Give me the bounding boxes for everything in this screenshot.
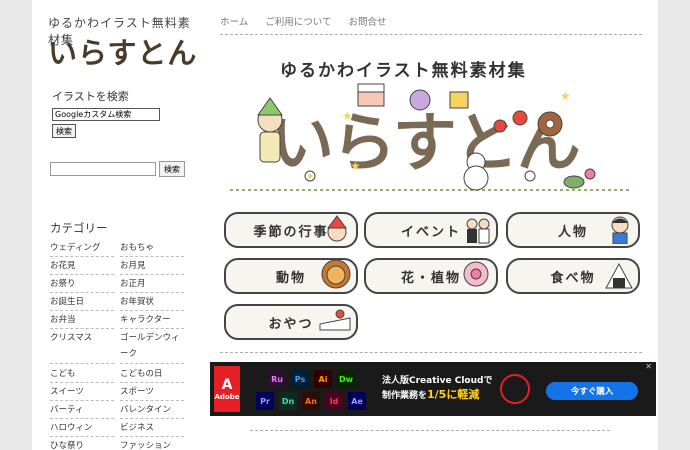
page: ゆるかわイラスト無料素材集 いらすとん イラストを検索 検索 検索 カテゴリー …: [32, 0, 658, 450]
google-search-input[interactable]: [52, 108, 160, 121]
divider: [250, 430, 610, 431]
category-button-animals[interactable]: 動物: [224, 258, 358, 294]
nav-home[interactable]: ホーム: [220, 17, 248, 28]
ad-brand: Adobe: [214, 393, 240, 401]
svg-text:★: ★: [560, 89, 571, 103]
app-icon-pr: Pr: [256, 392, 274, 410]
category-button-label: イベント: [400, 224, 461, 240]
category-link[interactable]: パーティ: [50, 402, 114, 419]
app-icon-dw: Dw: [337, 370, 355, 388]
category-link[interactable]: お弁当: [50, 312, 114, 329]
site-search-input[interactable]: [50, 162, 156, 176]
category-link[interactable]: バレンタイン: [120, 402, 184, 419]
creative-cloud-icon: [500, 374, 530, 404]
category-link[interactable]: お正月: [120, 276, 184, 293]
category-button-label: 動物: [275, 270, 306, 286]
ad-buy-button[interactable]: 今すぐ購入: [546, 382, 638, 400]
category-link[interactable]: スポーツ: [120, 384, 184, 401]
ad-line1: 法人版Creative Cloudで: [382, 376, 493, 386]
svg-text:★: ★: [350, 159, 361, 173]
category-button-label: 花・植物: [400, 270, 461, 286]
category-link[interactable]: ビジネス: [120, 420, 184, 437]
wedding-couple-icon: [466, 218, 490, 244]
onigiri-icon: [605, 262, 633, 289]
category-button-label: おやつ: [268, 316, 314, 332]
google-search-button[interactable]: 検索: [52, 124, 76, 138]
category-link[interactable]: お誕生日: [50, 294, 114, 311]
category-button-snacks[interactable]: おやつ: [224, 304, 358, 340]
category-button-seasonal[interactable]: 季節の行事: [224, 212, 358, 248]
hero-illustration: ★ ★ ★: [230, 83, 630, 191]
site-logo[interactable]: いらすとん: [48, 30, 197, 72]
app-icon-ai: Ai: [314, 370, 332, 388]
category-link[interactable]: ゴールデンウィーク: [120, 330, 184, 364]
category-link[interactable]: スイーツ: [50, 384, 114, 401]
flower-icon: [463, 261, 489, 287]
category-button-event[interactable]: イベント: [364, 212, 498, 248]
category-link[interactable]: クリスマス: [50, 330, 114, 364]
category-button-label: 人物: [557, 224, 588, 240]
ad-line2a: 制作業務を: [382, 391, 428, 401]
category-link[interactable]: お月見: [120, 258, 184, 275]
nav-contact[interactable]: お問合せ: [349, 17, 387, 28]
category-link[interactable]: こども: [50, 366, 114, 383]
category-link[interactable]: ひな祭り: [50, 438, 114, 450]
app-icon-ps: Ps: [291, 370, 309, 388]
category-button-people[interactable]: 人物: [506, 212, 640, 248]
category-link[interactable]: キャラクター: [120, 312, 184, 329]
search-heading: イラストを検索: [52, 90, 129, 103]
category-button-label: 食べ物: [550, 270, 596, 286]
nav-usage[interactable]: ご利用について: [265, 17, 331, 28]
main-content: ホーム ご利用について お問合せ ゆるかわイラスト無料素材集 いらすとん ★ ★…: [210, 0, 656, 450]
category-link[interactable]: ウェディング: [50, 240, 114, 257]
app-icon-an: An: [302, 392, 320, 410]
top-nav: ホーム ご利用について お問合せ: [220, 14, 401, 28]
app-icon-id: Id: [325, 392, 343, 410]
site-search-button[interactable]: 検索: [159, 161, 185, 177]
category-link[interactable]: お祭り: [50, 276, 114, 293]
category-link[interactable]: ハロウィン: [50, 420, 114, 437]
app-icon-dn: Dn: [279, 392, 297, 410]
category-link[interactable]: こどもの日: [120, 366, 184, 383]
person-icon: [611, 216, 629, 244]
category-button-label: 季節の行事: [253, 224, 329, 240]
sidebar: ゆるかわイラスト無料素材集 いらすとん イラストを検索 検索 検索 カテゴリー …: [32, 0, 198, 450]
cake-icon: [319, 309, 351, 331]
app-icon-ru: Ru: [268, 370, 286, 388]
divider: [220, 352, 642, 353]
category-link[interactable]: お年賀状: [120, 294, 184, 311]
lion-icon: [321, 260, 351, 289]
ad-copy: 法人版Creative Cloudで 制作業務を1/5に軽減: [382, 374, 492, 403]
category-heading: カテゴリー: [50, 221, 108, 235]
ad-banner[interactable]: A Adobe Ru Ps Ai Dw Pr Dn An Id Ae 法人版Cr…: [210, 362, 656, 416]
category-button-flowers[interactable]: 花・植物: [364, 258, 498, 294]
svg-text:★: ★: [342, 109, 353, 123]
category-button-food[interactable]: 食べ物: [506, 258, 640, 294]
category-link[interactable]: お花見: [50, 258, 114, 275]
app-icon-ae: Ae: [348, 392, 366, 410]
ad-line2b: 1/5に軽減: [427, 388, 480, 401]
category-link[interactable]: おもちゃ: [120, 240, 184, 257]
divider: [220, 34, 642, 35]
adobe-logo: A Adobe: [214, 366, 240, 412]
category-link[interactable]: ファッション: [120, 438, 184, 450]
ad-close-icon[interactable]: ✕: [645, 362, 652, 371]
